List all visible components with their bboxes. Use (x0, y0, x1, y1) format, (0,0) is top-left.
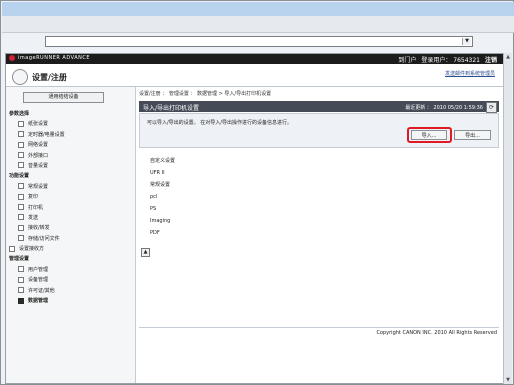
bullet-icon (18, 297, 24, 304)
sidebar-item-general[interactable]: 常规设置 (8, 182, 134, 192)
brand: imageRUNNER ADVANCE (9, 55, 90, 61)
remote-ui-window: imageRUNNER ADVANCE 到门户 登录用户： 7654321 注销… (5, 53, 504, 384)
scroll-down-icon[interactable]: ▼ (504, 376, 512, 384)
bullet-icon (18, 276, 24, 283)
sidebar-item-destinations[interactable]: 设置接收方 (8, 244, 134, 254)
portal-link[interactable]: 到门户 (398, 55, 416, 64)
bullet-icon (18, 183, 24, 190)
settings-list: 自定义设置 UFR II 常规设置 pcl PS Imaging PDF (150, 155, 175, 239)
page-title: 设置/注册 (32, 73, 67, 82)
info-box: 可以导入/导出的设置。 在对导入/导出操作进行的设备信息进行。 导入... 导出… (139, 113, 499, 148)
sidebar-item-device[interactable]: 设备管理 (8, 275, 134, 285)
bullet-icon (9, 245, 15, 252)
nav-group-preferences: 参数选择 (9, 111, 30, 117)
export-button[interactable]: 导出... (454, 130, 491, 140)
bullet-icon (18, 224, 24, 231)
sidebar-item-receive[interactable]: 接收/转发 (8, 223, 134, 233)
bullet-icon (18, 152, 24, 159)
nav-group-management: 管理设置 (9, 256, 30, 263)
app-header: imageRUNNER ADVANCE 到门户 登录用户： 7654321 注销 (6, 54, 503, 64)
sidebar-item-data[interactable]: 数据管理 (8, 296, 134, 306)
bullet-icon (18, 120, 24, 127)
list-item: 自定义设置 (150, 158, 176, 164)
browser-frame: ▼ imageRUNNER ADVANCE 到门户 登录用户： 7654321 … (0, 0, 514, 385)
list-item: pcl (150, 194, 158, 200)
sidebar-item-external[interactable]: 外部接口 (8, 151, 134, 161)
list-item: Imaging (150, 218, 171, 224)
address-bar[interactable]: ▼ (45, 36, 473, 47)
sidebar-item-license[interactable]: 许可证/其他 (8, 286, 134, 296)
import-button[interactable]: 导入... (411, 130, 447, 140)
bullet-icon (18, 266, 24, 273)
logout-link[interactable]: 注销 (485, 55, 497, 64)
last-updated: 最近更新 ： 2010 05/20 1:59:36 (405, 105, 483, 111)
bullet-icon (18, 131, 24, 138)
list-item: PS (150, 206, 157, 212)
scroll-up-icon[interactable]: ▲ (504, 53, 512, 61)
nav-group-functions: 功能设置 (9, 173, 30, 180)
vertical-scrollbar[interactable]: ▲ ▼ (503, 53, 512, 384)
description-text: 可以导入/导出的设置。 在对导入/导出操作进行的设备信息进行。 (147, 120, 292, 126)
chevron-down-icon[interactable]: ▼ (462, 38, 471, 45)
footer-divider (139, 327, 499, 328)
list-item: PDF (150, 230, 160, 236)
settings-icon (12, 69, 28, 85)
sidebar: 通用结结设备 参数选择 纸张设置 定时器/电量设置 网络设置 外部接口 音量设置… (6, 87, 136, 383)
main-content: 设置/注册 ： 管理设置 ： 数据管理 > 导入/导出打印机设置 导入/导出打印… (136, 87, 503, 383)
browser-toolbar (2, 16, 514, 33)
bullet-icon (18, 287, 24, 294)
sidebar-item-users[interactable]: 用户管理 (8, 265, 134, 275)
bullet-icon (18, 162, 24, 169)
sidebar-item-printer[interactable]: 打印机 (8, 203, 134, 213)
list-item: UFR II (150, 170, 165, 176)
sidebar-item-network[interactable]: 网络设置 (8, 140, 134, 150)
bullet-icon (18, 141, 24, 148)
header-right: 到门户 登录用户： 7654321 注销 (398, 55, 497, 64)
logo-icon (9, 55, 15, 61)
browser-title-bar (2, 2, 514, 16)
bullet-icon (18, 235, 24, 242)
sidebar-item-send[interactable]: 发送 (8, 213, 134, 223)
bullet-icon (18, 214, 24, 221)
list-item: 常规设置 (150, 182, 171, 188)
sidebar-item-store[interactable]: 存储/访问文件 (8, 234, 134, 244)
refresh-icon[interactable]: ⟳ (486, 102, 497, 113)
sidebar-item-timer[interactable]: 定时器/电量设置 (8, 130, 134, 140)
sidebar-tool-button[interactable]: 通用结结设备 (23, 92, 104, 103)
brand-name: imageRUNNER ADVANCE (18, 55, 91, 61)
panel-header: 导入/导出打印机设置 最近更新 ： 2010 05/20 1:59:36 ⟳ (139, 101, 499, 113)
login-user: 登录用户： 7654321 (421, 57, 480, 64)
breadcrumb: 设置/注册 ： 管理设置 ： 数据管理 > 导入/导出打印机设置 (139, 91, 272, 97)
bullet-icon (18, 204, 24, 211)
bullet-icon (18, 193, 24, 200)
panel-title: 导入/导出打印机设置 (143, 105, 200, 112)
copyright: Copyright CANON INC. 2010 All Rights Res… (376, 330, 497, 336)
sidebar-nav: 参数选择 纸张设置 定时器/电量设置 网络设置 外部接口 音量设置 功能设置 常… (8, 109, 134, 306)
sidebar-item-copy[interactable]: 复印 (8, 192, 134, 202)
mail-admin-link[interactable]: 发送邮件到系统管理员 (445, 70, 495, 77)
sidebar-item-volume[interactable]: 音量设置 (8, 161, 134, 171)
sub-header: 设置/注册 发送邮件到系统管理员 (6, 64, 503, 87)
back-to-top-icon[interactable]: ▲ (141, 248, 150, 257)
sidebar-item-paper[interactable]: 纸张设置 (8, 119, 134, 129)
